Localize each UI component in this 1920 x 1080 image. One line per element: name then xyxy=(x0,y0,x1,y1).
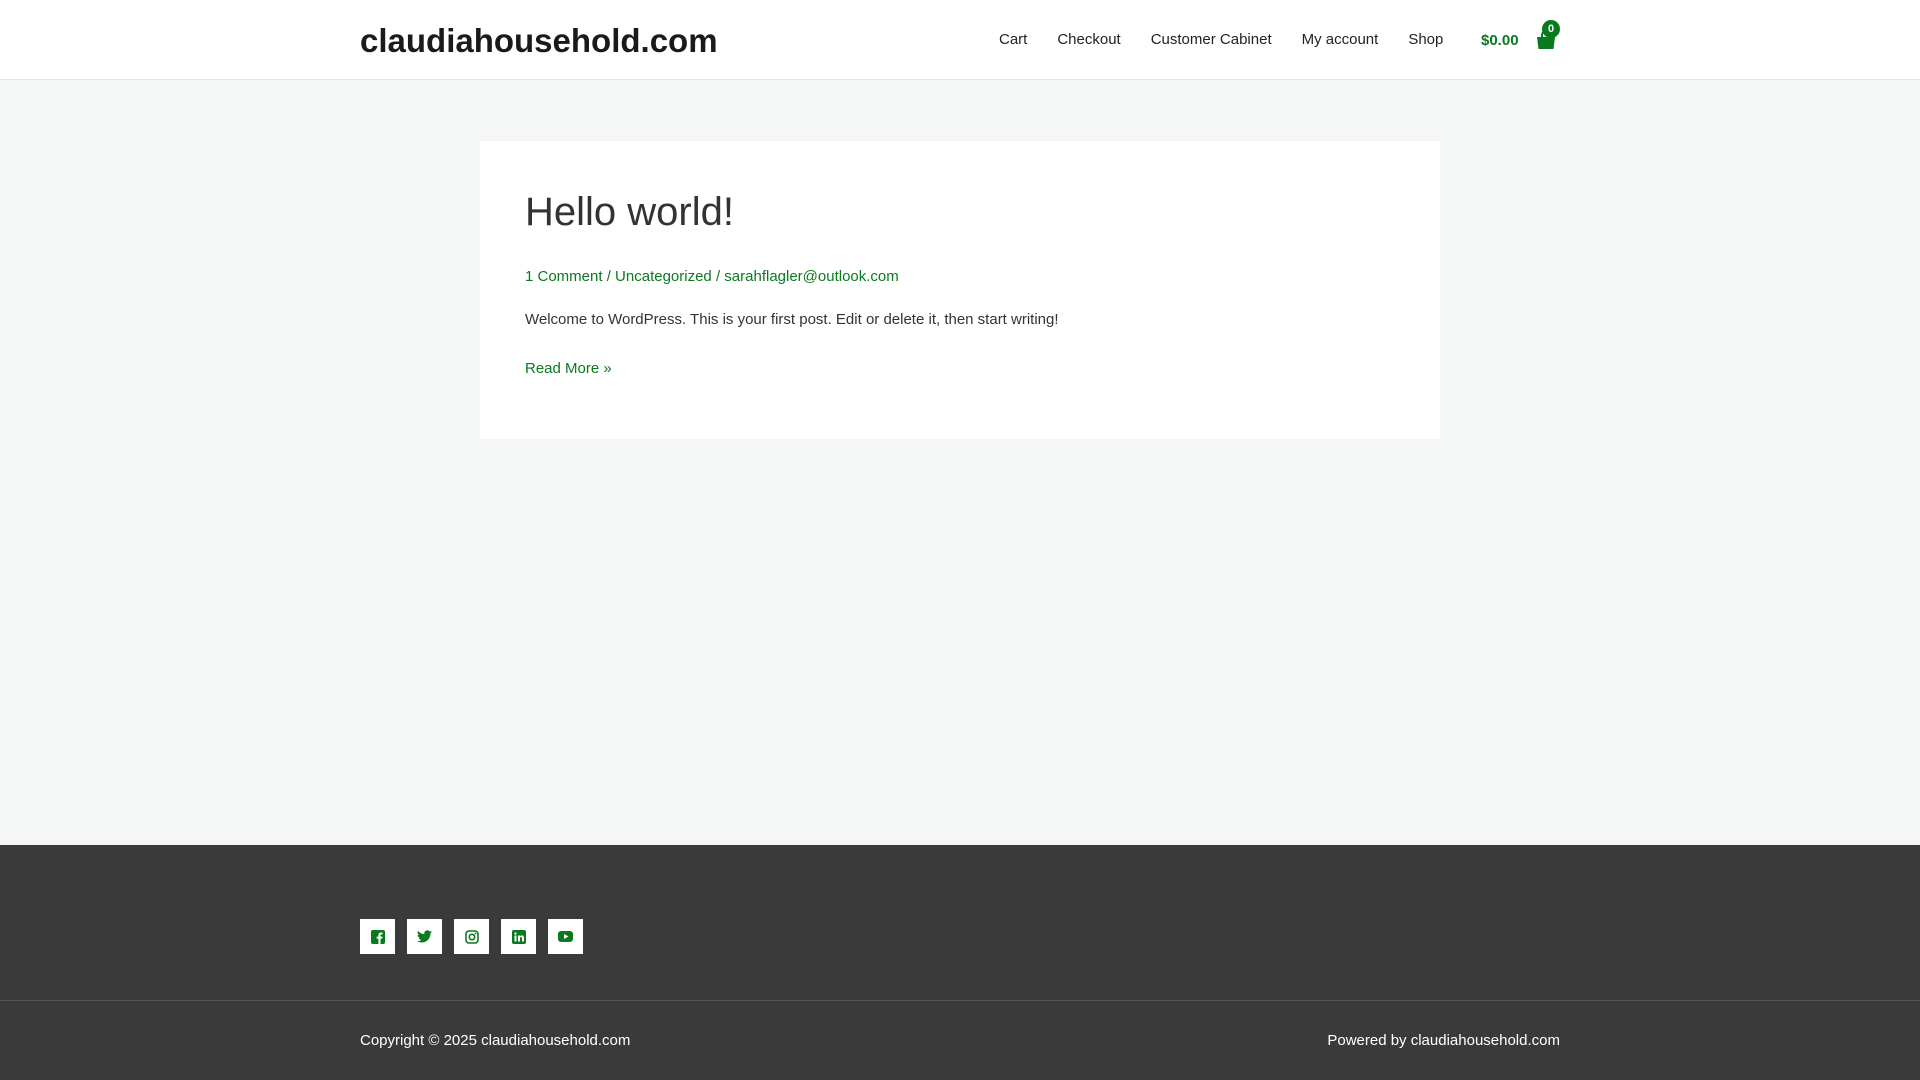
instagram-icon[interactable] xyxy=(454,919,489,954)
header-cart[interactable]: $0.00 xyxy=(1481,0,1557,80)
youtube-icon[interactable] xyxy=(548,919,583,954)
copyright-text: Copyright © 2025 claudiahousehold.com xyxy=(360,1032,631,1049)
site-title[interactable]: claudiahousehold.com xyxy=(360,21,718,61)
main-navigation: Cart Checkout Customer Cabinet My accoun… xyxy=(984,0,1458,80)
site-header: claudiahousehold.com Cart Checkout Custo… xyxy=(0,0,1920,80)
footer-widgets xyxy=(0,845,1920,1000)
twitter-icon[interactable] xyxy=(407,919,442,954)
post-excerpt: Welcome to WordPress. This is your first… xyxy=(525,311,1059,328)
powered-by-text: Powered by claudiahousehold.com xyxy=(1327,1032,1560,1049)
post-title[interactable]: Hello world! xyxy=(525,188,734,236)
meta-separator: / xyxy=(602,268,616,285)
post-comments-link[interactable]: 1 Comment xyxy=(525,268,603,285)
cart-total[interactable]: $0.00 xyxy=(1481,32,1519,49)
post-author-link[interactable]: sarahflagler@outlook.com xyxy=(724,268,898,285)
post-card: Hello world! 1 Comment / Uncategorized /… xyxy=(480,141,1440,439)
facebook-icon[interactable] xyxy=(360,919,395,954)
footer-bar: Copyright © 2025 claudiahousehold.com Po… xyxy=(0,1000,1920,1080)
nav-item-shop[interactable]: Shop xyxy=(1393,0,1458,80)
nav-item-my-account[interactable]: My account xyxy=(1287,0,1394,80)
nav-item-customer-cabinet[interactable]: Customer Cabinet xyxy=(1136,0,1287,80)
nav-item-checkout[interactable]: Checkout xyxy=(1042,0,1135,80)
post-meta: 1 Comment / Uncategorized / sarahflagler… xyxy=(525,268,899,285)
cart-count-badge: 0 xyxy=(1542,20,1560,38)
linkedin-icon[interactable] xyxy=(501,919,536,954)
post-category-link[interactable]: Uncategorized xyxy=(615,268,712,285)
nav-item-cart[interactable]: Cart xyxy=(984,0,1042,80)
meta-separator: / xyxy=(711,268,725,285)
read-more-link[interactable]: Read More » xyxy=(525,360,612,377)
social-links xyxy=(360,919,583,954)
